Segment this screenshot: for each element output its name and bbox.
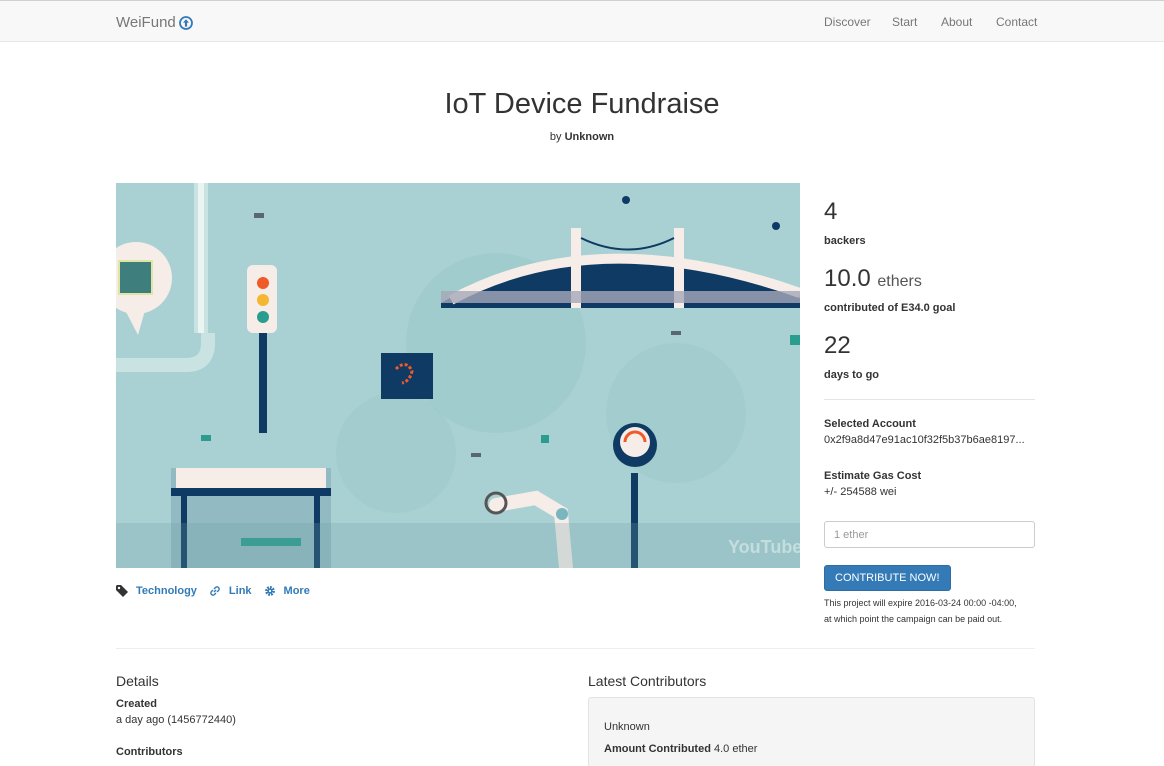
iot-city-illustration: YouTube <box>116 183 800 568</box>
external-link[interactable]: Link <box>229 585 252 597</box>
gear-icon <box>264 586 275 596</box>
selected-account-value: 0x2f9a8d47e91ac10f32f5b37b6ae8197... <box>824 434 1025 446</box>
contributed-amount: 10.0 ethers <box>824 265 922 293</box>
campaign-owner: Unknown <box>564 131 615 143</box>
amount-contributed-label: Amount Contributed <box>604 743 711 755</box>
brand-name: WeiFund <box>116 14 176 31</box>
days-count: 22 <box>824 332 851 359</box>
contributors-label: Contributors <box>116 746 183 758</box>
nav-start[interactable]: Start <box>892 15 917 29</box>
contributor-amount: Amount Contributed 4.0 ether <box>604 743 757 755</box>
contributed-unit: ethers <box>877 273 922 290</box>
contributed-value: 10.0 <box>824 265 871 292</box>
gas-cost-value: +/- 254588 wei <box>824 486 897 498</box>
sidebar-divider <box>824 399 1035 400</box>
contributor-name: Unknown <box>604 721 650 733</box>
campaign-video[interactable]: YouTube <box>116 183 800 568</box>
link-icon <box>210 586 220 596</box>
latest-contributors-heading: Latest Contributors <box>588 673 707 689</box>
campaign-byline: by Unknown <box>0 131 1164 143</box>
byline-prefix: by <box>549 131 562 143</box>
created-value: a day ago (1456772440) <box>116 714 236 726</box>
nav-discover[interactable]: Discover <box>824 15 871 29</box>
top-navbar: WeiFund Discover Start About Contact <box>0 0 1164 42</box>
amount-contributed-value: 4.0 ether <box>714 743 758 755</box>
contributor-card: Unknown Amount Contributed 4.0 ether <box>588 697 1035 766</box>
campaign-title: IoT Device Fundraise <box>444 88 720 120</box>
created-label: Created <box>116 698 157 710</box>
days-label: days to go <box>824 369 880 381</box>
expiry-note-line-1: This project will expire 2016-03-24 00:0… <box>824 598 1017 608</box>
details-heading: Details <box>116 673 159 689</box>
contribute-now-button[interactable]: CONTRIBUTE NOW! <box>824 565 951 591</box>
contributed-label: contributed of E34.0 goal <box>824 302 956 314</box>
backers-count: 4 <box>824 198 838 225</box>
nav-about[interactable]: About <box>941 15 972 29</box>
selected-account-label: Selected Account <box>824 418 916 430</box>
tag-icon <box>116 585 128 597</box>
more-link[interactable]: More <box>284 585 310 597</box>
campaign-tags: Technology Link More <box>116 585 322 597</box>
youtube-watermark: YouTube <box>728 537 800 557</box>
brand-link[interactable]: WeiFund <box>116 14 193 31</box>
category-link[interactable]: Technology <box>136 585 197 597</box>
backers-label: backers <box>824 235 866 247</box>
upload-circle-icon <box>178 15 193 30</box>
nav-contact[interactable]: Contact <box>996 15 1037 29</box>
expiry-note: This project will expire 2016-03-24 00:0… <box>824 595 1044 627</box>
contribution-amount-input[interactable] <box>824 521 1035 548</box>
section-divider <box>116 648 1035 649</box>
expiry-note-line-2: at which point the campaign can be paid … <box>824 614 1003 624</box>
gas-cost-label: Estimate Gas Cost <box>824 470 922 482</box>
